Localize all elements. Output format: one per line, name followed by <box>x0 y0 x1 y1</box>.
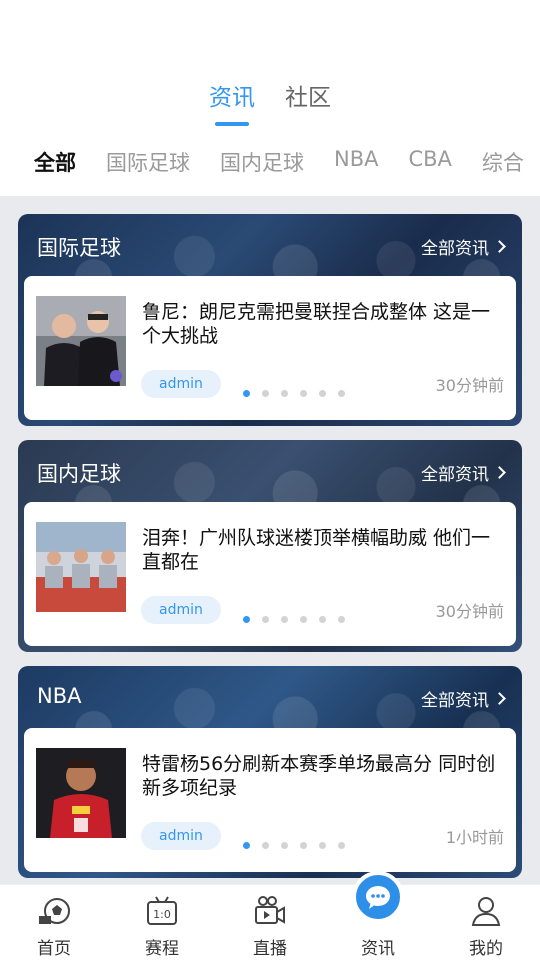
section-card-nba: NBA 全部资讯 特雷杨56分刷新本赛季单场最高分 同时创新多项纪录 admin <box>18 666 522 878</box>
nav-news[interactable]: 资讯 <box>324 871 432 960</box>
top-header: 资讯 社区 全部 国际足球 国内足球 NBA CBA 综合 <box>0 0 540 196</box>
scoreboard-icon: 1:0 <box>147 896 177 925</box>
category-tab-domestic-football[interactable]: 国内足球 <box>220 147 304 181</box>
chevron-right-icon <box>493 692 506 705</box>
nav-label: 资讯 <box>361 939 395 959</box>
nav-label: 首页 <box>37 939 71 959</box>
news-headline: 鲁尼：朗尼克需把曼联捏合成整体 这是一个大挑战 <box>142 301 491 347</box>
nav-label: 直播 <box>253 939 287 959</box>
view-all-label: 全部资讯 <box>421 691 489 711</box>
view-all-news-link[interactable]: 全部资讯 <box>421 686 506 711</box>
nav-home[interactable]: 首页 <box>0 885 108 960</box>
section-card-domestic-football: 国内足球 全部资讯 泪奔！广州队球迷楼顶举横幅助威 他们一直都在 admin 3… <box>18 440 522 652</box>
category-tabs: 全部 国际足球 国内足球 NBA CBA 综合 <box>34 147 540 181</box>
chevron-right-icon <box>493 240 506 253</box>
bottom-navigation: 首页 1:0 赛程 直播 资讯 我的 <box>0 871 540 960</box>
author-tag[interactable]: admin <box>141 596 221 624</box>
carousel-dot[interactable] <box>281 616 288 623</box>
carousel-dot[interactable] <box>319 616 326 623</box>
carousel-dot[interactable] <box>319 842 326 849</box>
view-all-label: 全部资讯 <box>421 239 489 259</box>
carousel-dot[interactable] <box>243 616 250 623</box>
svg-text:1:0: 1:0 <box>153 908 171 921</box>
view-all-news-link[interactable]: 全部资讯 <box>421 460 506 485</box>
category-tab-nba[interactable]: NBA <box>334 147 378 181</box>
nav-schedule[interactable]: 1:0 赛程 <box>108 885 216 960</box>
category-tab-all[interactable]: 全部 <box>34 147 76 181</box>
carousel-dot[interactable] <box>319 390 326 397</box>
author-tag[interactable]: admin <box>141 370 221 398</box>
carousel-dot[interactable] <box>300 390 307 397</box>
section-card-intl-football: 国际足球 全部资讯 鲁尼：朗尼克需把曼联捏合成整体 这是一个大挑战 admin <box>18 214 522 426</box>
carousel-dot[interactable] <box>338 390 345 397</box>
carousel-indicator <box>243 842 345 849</box>
football-home-icon <box>39 898 70 924</box>
news-thumbnail <box>36 522 126 612</box>
carousel-indicator <box>243 390 345 397</box>
chat-bubble-icon <box>366 886 390 909</box>
main-tabs: 资讯 社区 <box>0 78 540 126</box>
news-headline: 特雷杨56分刷新本赛季单场最高分 同时创新多项纪录 <box>142 753 496 799</box>
category-tab-general[interactable]: 综合 <box>482 147 524 181</box>
carousel-dot[interactable] <box>243 390 250 397</box>
carousel-dot[interactable] <box>300 616 307 623</box>
tab-community[interactable]: 社区 <box>285 78 331 126</box>
nav-label: 我的 <box>469 939 503 959</box>
carousel-dot[interactable] <box>281 390 288 397</box>
carousel-dot[interactable] <box>281 842 288 849</box>
nav-profile[interactable]: 我的 <box>432 885 540 960</box>
carousel-dot[interactable] <box>262 390 269 397</box>
section-title: NBA <box>37 684 82 708</box>
news-time: 30分钟前 <box>435 602 504 621</box>
news-item[interactable]: 泪奔！广州队球迷楼顶举横幅助威 他们一直都在 admin 30分钟前 <box>24 502 516 646</box>
video-camera-icon <box>255 896 285 924</box>
section-title: 国际足球 <box>37 236 121 260</box>
view-all-label: 全部资讯 <box>421 465 489 485</box>
news-headline: 泪奔！广州队球迷楼顶举横幅助威 他们一直都在 <box>142 527 491 573</box>
user-icon <box>471 897 501 926</box>
news-item[interactable]: 特雷杨56分刷新本赛季单场最高分 同时创新多项纪录 admin 1小时前 <box>24 728 516 872</box>
author-tag[interactable]: admin <box>141 822 221 850</box>
nav-label: 赛程 <box>145 939 179 959</box>
carousel-dot[interactable] <box>338 842 345 849</box>
news-thumbnail <box>36 296 126 386</box>
view-all-news-link[interactable]: 全部资讯 <box>421 234 506 259</box>
section-title: 国内足球 <box>37 462 121 486</box>
category-tab-intl-football[interactable]: 国际足球 <box>106 147 190 181</box>
carousel-dot[interactable] <box>338 616 345 623</box>
carousel-indicator <box>243 616 345 623</box>
nav-news-button[interactable] <box>352 871 404 923</box>
carousel-dot[interactable] <box>262 616 269 623</box>
carousel-dot[interactable] <box>262 842 269 849</box>
tab-news[interactable]: 资讯 <box>209 78 255 126</box>
chevron-right-icon <box>493 466 506 479</box>
carousel-dot[interactable] <box>300 842 307 849</box>
news-item[interactable]: 鲁尼：朗尼克需把曼联捏合成整体 这是一个大挑战 admin 30分钟前 <box>24 276 516 420</box>
news-thumbnail <box>36 748 126 838</box>
news-time: 30分钟前 <box>435 376 504 395</box>
news-time: 1小时前 <box>445 828 504 847</box>
category-tab-cba[interactable]: CBA <box>408 147 451 181</box>
nav-live[interactable]: 直播 <box>216 885 324 960</box>
carousel-dot[interactable] <box>243 842 250 849</box>
